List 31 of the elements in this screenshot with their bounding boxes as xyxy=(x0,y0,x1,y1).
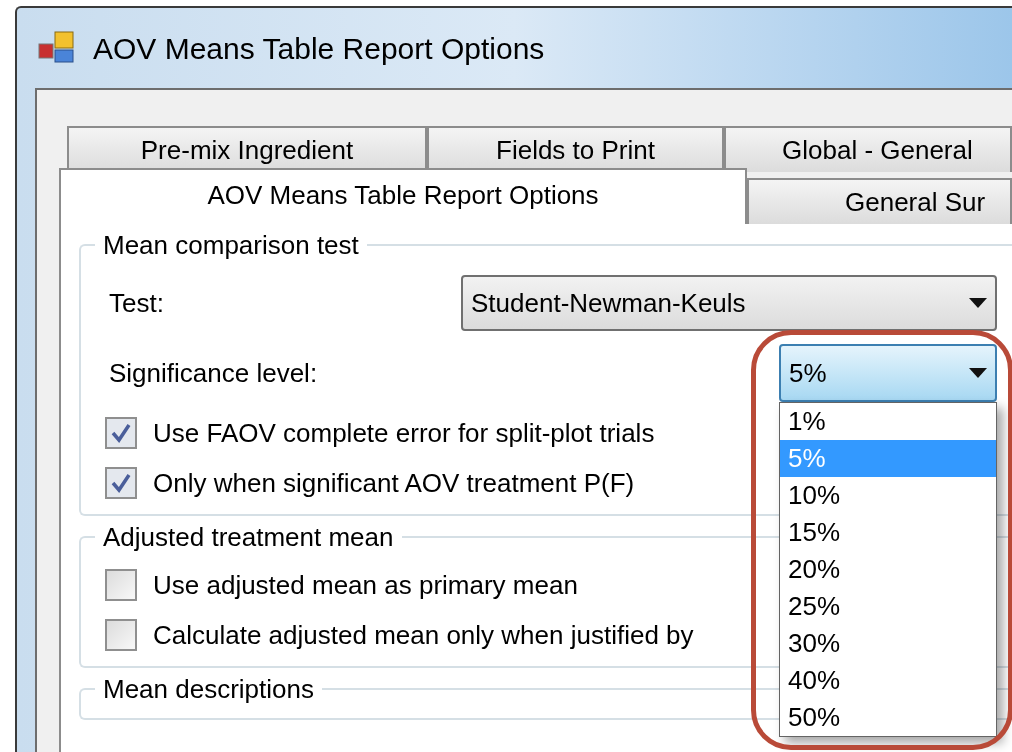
tab[interactable]: General Sur xyxy=(747,178,1012,224)
window-title: AOV Means Table Report Options xyxy=(93,30,545,67)
checkbox-label: Only when significant AOV treatment P(F) xyxy=(153,466,635,500)
checkbox[interactable] xyxy=(105,417,137,449)
dropdown-option[interactable]: 25% xyxy=(780,588,996,625)
tab[interactable]: AOV Means Table Report Options xyxy=(59,168,747,224)
dropdown-option[interactable]: 20% xyxy=(780,551,996,588)
checkbox[interactable] xyxy=(105,569,137,601)
checkbox-label: Use FAOV complete error for split-plot trials xyxy=(153,416,655,450)
dropdown-field[interactable]: Student-Newman-Keuls xyxy=(461,275,997,331)
checkbox[interactable] xyxy=(105,467,137,499)
dropdown-arrow-icon xyxy=(969,298,987,308)
dropdown-arrow-icon xyxy=(969,368,987,378)
dropdown-option[interactable]: 10% xyxy=(780,477,996,514)
dropdown-option[interactable]: 40% xyxy=(780,662,996,699)
checkmark-icon xyxy=(110,472,132,494)
field-label: Significance level: xyxy=(109,356,319,390)
dropdown-option[interactable]: 15% xyxy=(780,514,996,551)
field-label: Test: xyxy=(109,286,165,320)
dropdown-option[interactable]: 30% xyxy=(780,625,996,662)
checkbox[interactable] xyxy=(105,619,137,651)
dropdown-value: Student-Newman-Keuls xyxy=(471,286,746,320)
dropdown-option[interactable]: 1% xyxy=(780,403,996,440)
dropdown-value: 5% xyxy=(789,356,827,390)
checkbox-label: Use adjusted mean as primary mean xyxy=(153,568,578,602)
dropdown-field[interactable]: 5% xyxy=(779,344,997,402)
tab[interactable]: Global - General xyxy=(724,126,1012,172)
app-icon xyxy=(37,30,77,66)
dropdown-option[interactable]: 50% xyxy=(780,699,996,736)
checkmark-icon xyxy=(110,422,132,444)
checkbox-label: Calculate adjusted mean only when justified by xyxy=(153,618,694,652)
